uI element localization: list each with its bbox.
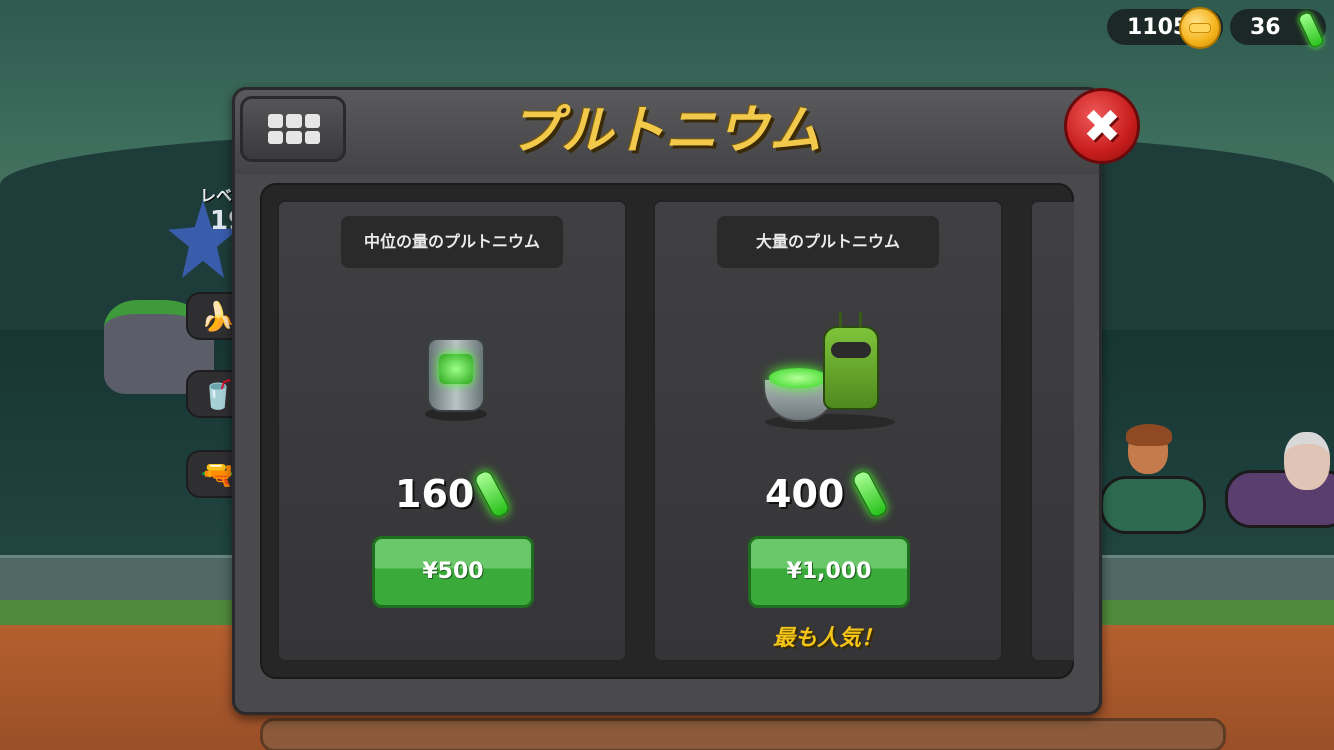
antenna [839, 312, 842, 328]
most-popular-badge: 最も人気！ [772, 626, 883, 651]
plutonium-rod-icon [472, 468, 512, 520]
pipe [260, 718, 1226, 750]
offer-amount: 160 [395, 472, 475, 516]
hover-car [1100, 476, 1206, 534]
plutonium-count: 36 [1250, 14, 1281, 40]
store-menu-button[interactable] [240, 96, 346, 162]
grid-menu-icon [268, 114, 320, 144]
plutonium-counter: 36 [1230, 9, 1326, 50]
dialog-title: プルトニウム [508, 101, 821, 161]
zombie-hair [1126, 424, 1172, 446]
antenna [859, 312, 862, 328]
offer-title: 中位の量のプルトニウム [341, 216, 563, 268]
offer-title: 大量のプルトニウム [717, 216, 939, 268]
offer-card-large[interactable]: 大量のプルトニウム 400 ¥1,000 最も人気！ [653, 200, 1003, 662]
close-x-icon: ✖ [1082, 99, 1122, 153]
zombie-granny [1284, 432, 1330, 490]
plutonium-rod-icon [1297, 10, 1325, 50]
plutonium-glow [439, 354, 473, 384]
robot-with-plutonium-bowl-icon [823, 312, 879, 410]
gold-coin-icon [1179, 7, 1221, 49]
plutonium-jar-icon [427, 338, 485, 412]
plutonium-rod-icon [850, 468, 890, 520]
offer-amount: 400 [765, 472, 845, 516]
robot-visor [831, 342, 871, 358]
coin-counter: 1105 [1107, 7, 1223, 49]
buy-button-1000[interactable]: ¥1,000 [748, 536, 910, 608]
buy-button-500[interactable]: ¥500 [372, 536, 534, 608]
plutonium-crystals-icon [769, 368, 827, 388]
offer-card-medium[interactable]: 中位の量のプルトニウム 160 ¥500 [277, 200, 627, 662]
close-button[interactable]: ✖ [1064, 88, 1140, 164]
offer-card-next[interactable] [1030, 200, 1074, 662]
